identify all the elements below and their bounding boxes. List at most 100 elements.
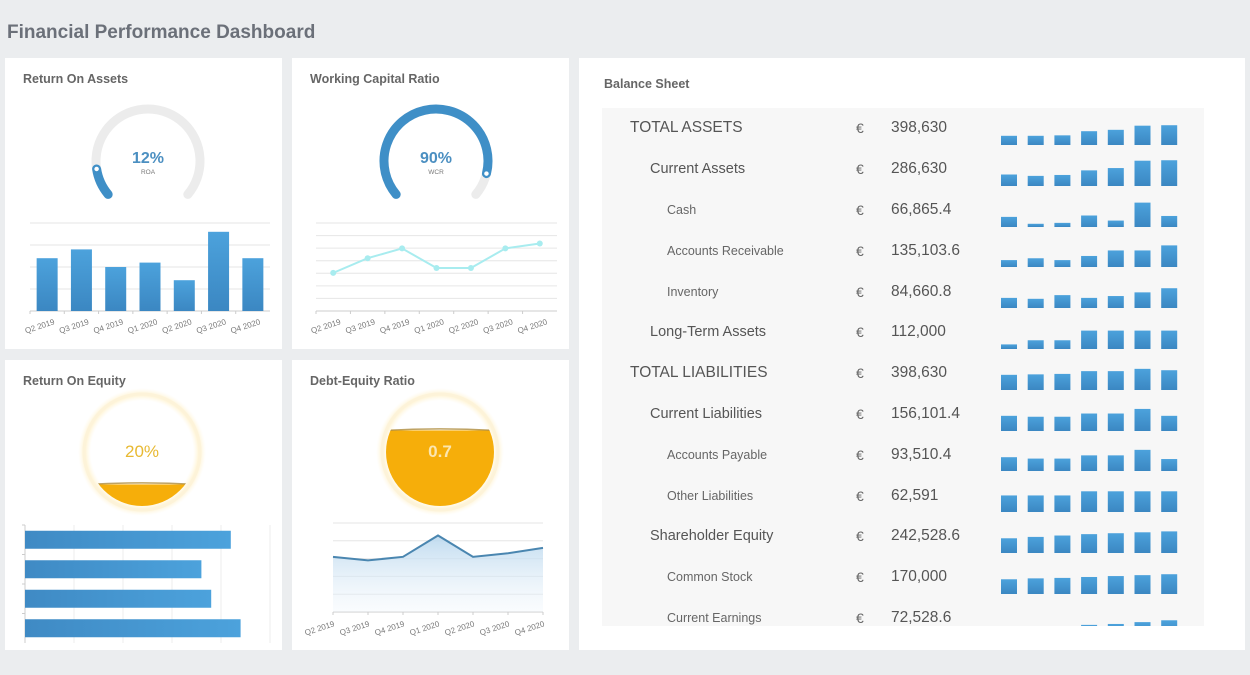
- row-label: Accounts Payable: [667, 447, 768, 462]
- balance-sheet-row[interactable]: Inventory €84,660.8: [602, 271, 1204, 312]
- sparkline-bar: [1054, 577, 1071, 594]
- sparkline-bar: [1027, 416, 1044, 431]
- bar: [70, 249, 92, 311]
- x-tick-label: Q4 2020: [516, 317, 548, 335]
- page-title: Financial Performance Dashboard: [7, 22, 316, 43]
- sparkline-bar: [1081, 330, 1098, 349]
- row-label: Shareholder Equity: [650, 528, 774, 545]
- balance-sheet-row[interactable]: Current Earnings €72,528.6: [602, 598, 1204, 626]
- x-tick-label: Q3 2020: [482, 317, 514, 335]
- currency-symbol: €: [856, 324, 864, 341]
- sparkline-bar: [1081, 413, 1098, 431]
- sparkline-bar: [1001, 344, 1017, 349]
- currency-symbol: €: [856, 487, 864, 504]
- sparkline-bar: [1027, 458, 1044, 472]
- sparkline-bar-chart: [1001, 202, 1178, 227]
- x-tick-label: Q2 2020: [448, 317, 480, 335]
- balance-sheet-row[interactable]: Other Liabilities €62,591: [602, 475, 1204, 516]
- roe-hbar-chart: [22, 524, 271, 643]
- sparkline-bar: [1001, 174, 1017, 186]
- x-tick-label: Q2 2019: [304, 619, 336, 637]
- sparkline-bar: [1001, 538, 1017, 553]
- x-tick-label: Q4 2019: [374, 619, 406, 637]
- bar: [25, 560, 202, 579]
- sparkline-bar: [1054, 174, 1071, 186]
- bar: [105, 267, 127, 311]
- roa-bar-chart: Q2 2019 Q3 2019 Q4 2019 Q1 2020 Q2 2020 Q3 20…: [24, 222, 270, 335]
- gauge-handle: [482, 169, 491, 178]
- roe-chart: 20%: [22, 388, 271, 643]
- balance-sheet-row[interactable]: Accounts Receivable €135,103.6: [602, 230, 1204, 271]
- balance-sheet-row[interactable]: Long-Term Assets €112,000: [602, 312, 1204, 353]
- row-label: TOTAL LIABILITIES: [630, 364, 768, 382]
- balance-sheet-row[interactable]: Common Stock €170,000: [602, 557, 1204, 598]
- wcr-line-chart: Q2 2019 Q3 2019 Q4 2019 Q1 2020 Q2 2020 Q3 20…: [310, 222, 557, 335]
- balance-sheet-row[interactable]: TOTAL ASSETS €398,630: [602, 108, 1204, 149]
- sparkline-bar: [1054, 495, 1071, 513]
- balance-sheet-row[interactable]: Current Assets €286,630: [602, 149, 1204, 190]
- balance-sheet-row[interactable]: Cash €66,865.4: [602, 190, 1204, 231]
- balance-sheet-row[interactable]: TOTAL LIABILITIES €398,630: [602, 353, 1204, 394]
- der-card: Debt-Equity Ratio 0.7 Q2 2019 Q3 2019 Q4 2…: [292, 360, 569, 650]
- x-tick-label: Q2 2020: [444, 619, 476, 637]
- balance-sheet-row[interactable]: Accounts Payable €93,510.4: [602, 434, 1204, 475]
- sparkline-bar: [1081, 215, 1098, 227]
- row-label: TOTAL ASSETS: [630, 119, 743, 137]
- row-value: 66,865.4: [891, 200, 952, 218]
- sparkline-bar: [1107, 250, 1124, 268]
- sparkline-bar: [1081, 170, 1098, 186]
- row-value: 72,528.6: [891, 608, 952, 626]
- sparkline-bar: [1001, 298, 1017, 309]
- row-value: 135,103.6: [891, 241, 960, 259]
- bar: [173, 280, 195, 311]
- x-tick-label: Q3 2019: [344, 317, 376, 335]
- gauge-fill: [92, 164, 113, 199]
- bar: [36, 258, 58, 311]
- sparkline-bar: [1107, 455, 1124, 472]
- sparkline-bar: [1027, 374, 1044, 390]
- currency-symbol: €: [856, 283, 864, 300]
- roa-gauge-value: 12%: [132, 150, 164, 167]
- x-tick-label: Q4 2020: [229, 317, 261, 335]
- sparkline-bar: [1001, 135, 1017, 145]
- sparkline-bar: [1027, 298, 1044, 309]
- data-point: [502, 245, 509, 252]
- currency-symbol: €: [856, 609, 864, 626]
- sparkline-bar: [1107, 220, 1124, 227]
- sparkline-bar: [1134, 491, 1151, 513]
- sparkline-bar: [1054, 416, 1071, 431]
- sparkline-bar: [1001, 260, 1017, 268]
- der-gauge-value: 0.7: [428, 442, 452, 461]
- sparkline-bar: [1161, 125, 1178, 145]
- currency-symbol: €: [856, 405, 864, 422]
- x-tick-label: Q3 2019: [58, 317, 90, 335]
- balance-sheet-row[interactable]: Shareholder Equity €242,528.6: [602, 516, 1204, 557]
- roa-gauge-sublabel: ROA: [141, 169, 156, 176]
- x-tick-label: Q3 2020: [479, 619, 511, 637]
- sparkline-bar-chart: [1001, 368, 1178, 390]
- sparkline-bar-chart: [1001, 491, 1178, 513]
- row-label: Cash: [667, 202, 697, 217]
- sparkline-bar-chart: [1001, 330, 1178, 349]
- data-point: [467, 264, 474, 271]
- sparkline-bar: [1027, 340, 1044, 349]
- sparkline-bar: [1081, 491, 1098, 513]
- row-value: 398,630: [891, 119, 948, 137]
- sparkline-bar: [1161, 491, 1178, 513]
- currency-symbol: €: [856, 161, 864, 178]
- x-tick-label: Q3 2020: [195, 317, 227, 335]
- x-tick-label: Q4 2019: [379, 317, 411, 335]
- row-label: Current Assets: [650, 161, 746, 178]
- x-tick-label: Q4 2019: [92, 317, 124, 335]
- sparkline-bar-chart: [1001, 288, 1178, 309]
- balance-sheet-table: TOTAL ASSETS €398,630 Current Assets €286,6…: [602, 108, 1204, 626]
- sparkline-bar: [1054, 373, 1071, 390]
- sparkline-bar: [1081, 256, 1098, 268]
- bar: [242, 258, 264, 311]
- currency-symbol: €: [856, 120, 864, 137]
- balance-sheet-row[interactable]: Current Liabilities €156,101.4: [602, 394, 1204, 435]
- roa-chart: 12% ROA Q2 2019 Q3 2019 Q4 2019 Q1 2020 Q2 2…: [24, 104, 270, 335]
- currency-symbol: €: [856, 201, 864, 218]
- sparkline-bar-chart: [1081, 619, 1178, 626]
- currency-symbol: €: [856, 446, 864, 463]
